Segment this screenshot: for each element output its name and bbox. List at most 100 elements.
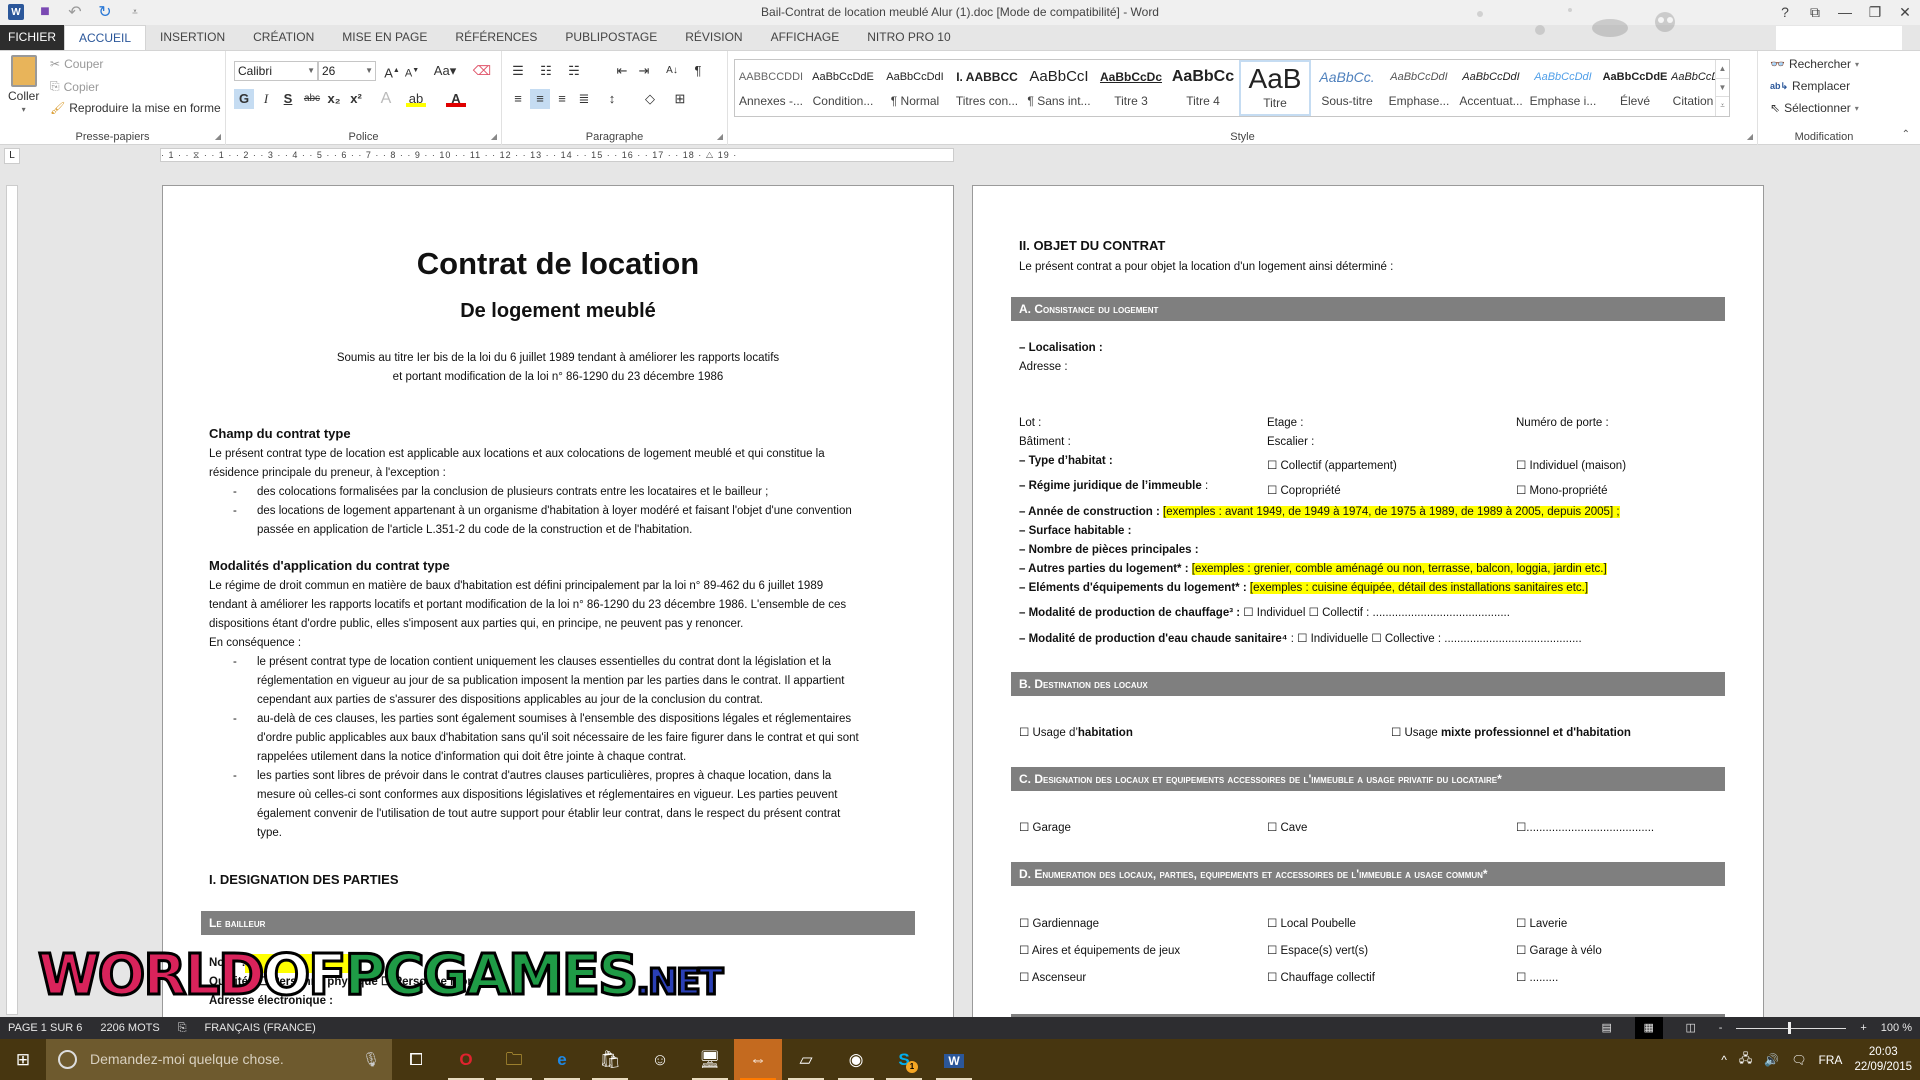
superscript-button[interactable]: x² [346,89,366,109]
app-status-icon[interactable]: ☺ [636,1039,684,1080]
language-indicator[interactable]: FRANÇAIS (FRANCE) [205,1017,316,1039]
checkbox-aires-jeux[interactable]: ☐ Aires et équipements de jeux [1019,943,1180,957]
tab-selector-button[interactable]: L [4,148,20,164]
style-condition[interactable]: AaBbCcDdE Condition... [807,60,879,116]
style-normal[interactable]: AaBbCcDdI ¶ Normal [879,60,951,116]
tab-insertion[interactable]: INSERTION [146,25,239,50]
zoom-out-button[interactable]: - [1719,1017,1723,1039]
ribbon-display-options-button[interactable]: ⧉ [1800,0,1830,25]
dialog-launcher-icon[interactable]: ◢ [717,132,723,141]
word-count[interactable]: 2206 MOTS [100,1017,159,1039]
page-1[interactable]: Contrat de location De logement meublé S… [162,185,954,1027]
shrink-font-icon[interactable]: A▼ [402,61,422,81]
style-emphase[interactable]: AaBbCcDdI Emphase... [1383,60,1455,116]
justify-icon[interactable]: ≣ [574,89,594,109]
tab-fichier[interactable]: FICHIER [0,25,64,50]
bullets-icon[interactable]: ☰ [508,61,528,81]
checkbox-espaces-verts[interactable]: ☐ Espace(s) vert(s) [1267,943,1368,957]
edge-icon[interactable]: e [538,1039,586,1080]
opera-icon[interactable]: O [442,1039,490,1080]
zoom-slider[interactable] [1736,1021,1847,1034]
print-layout-icon[interactable]: ▦ [1634,1017,1663,1039]
document-area[interactable]: Contrat de location De logement meublé S… [0,165,1920,1027]
change-case-icon[interactable]: Aa▾ [430,61,460,81]
more-styles-icon[interactable]: ⩡ [1716,96,1729,114]
style-sans-interligne[interactable]: AaBbCcI ¶ Sans int... [1023,60,1095,116]
start-button[interactable]: ⊞ [0,1039,46,1080]
italic-button[interactable]: I [256,89,276,109]
steam-icon[interactable]: ◉ [832,1039,880,1080]
checkbox-other-private[interactable]: ☐.......................................… [1516,820,1654,834]
cut-button[interactable]: ✂ Couper [50,57,103,71]
teamviewer-icon[interactable]: ⇔ [734,1039,782,1080]
find-button[interactable]: 👓 Rechercher ▾ [1770,57,1859,71]
notepad-icon[interactable]: ▱ [782,1039,830,1080]
tab-revision[interactable]: RÉVISION [671,25,756,50]
style-titre-3[interactable]: AaBbCcDc Titre 3 [1095,60,1167,116]
checkbox-garage-velo[interactable]: ☐ Garage à vélo [1516,943,1602,957]
styles-scroll[interactable]: ▲ ▼ ⩡ [1715,60,1729,116]
font-color-icon[interactable]: A [446,89,466,107]
minimize-button[interactable]: — [1830,0,1860,25]
show-hidden-icons-icon[interactable]: ^ [1721,1053,1727,1067]
skype-icon[interactable]: S1 [880,1039,928,1080]
subscript-button[interactable]: x₂ [324,89,344,109]
zoom-level[interactable]: 100 % [1881,1017,1912,1039]
dialog-launcher-icon[interactable]: ◢ [1747,132,1753,141]
paste-button[interactable]: Coller ▾ [8,55,39,114]
horizontal-ruler[interactable]: · 1 · · ⧖ · · 1 · · 2 · · 3 · · 4 · · 5 … [160,148,954,162]
restore-button[interactable]: ❐ [1860,0,1890,25]
tab-creation[interactable]: CRÉATION [239,25,328,50]
zoom-slider-thumb[interactable] [1788,1021,1792,1034]
task-view-button[interactable]: ⧠ [392,1039,440,1080]
sort-icon[interactable]: A↓ [662,61,682,81]
tab-references[interactable]: RÉFÉRENCES [441,25,551,50]
store-icon[interactable]: 🛍 [586,1039,634,1080]
font-size-combo[interactable]: 26 ▼ [318,61,376,81]
numbering-icon[interactable]: ☷ [536,61,556,81]
checkbox-individuel[interactable]: ☐ Individuel (maison) [1516,458,1626,472]
replace-button[interactable]: ab↳ Remplacer [1770,79,1850,93]
line-spacing-icon[interactable]: ↕ [602,89,622,109]
checkbox-usage-habitation[interactable]: ☐ Usage d’habitation [1019,725,1133,739]
page-2[interactable]: II. OBJET DU CONTRAT Le présent contrat … [972,185,1764,1027]
checkbox-local-poubelle[interactable]: ☐ Local Poubelle [1267,916,1356,930]
style-titre[interactable]: AaB Titre [1239,60,1311,116]
action-center-icon[interactable]: 🗨 [1791,1053,1806,1067]
multilevel-list-icon[interactable]: ☵ [564,61,584,81]
bold-button[interactable]: G [234,89,254,109]
checkbox-copropriete[interactable]: ☐ Copropriété [1267,483,1341,497]
scroll-down-icon[interactable]: ▼ [1716,78,1729,96]
style-sous-titre[interactable]: AaBbCc. Sous-titre [1311,60,1383,116]
tab-affichage[interactable]: AFFICHAGE [757,25,854,50]
cortana-search[interactable]: Demandez-moi quelque chose. 🎙 [46,1039,392,1080]
scroll-up-icon[interactable]: ▲ [1716,60,1729,78]
checkbox-laverie[interactable]: ☐ Laverie [1516,916,1567,930]
style-titre-4[interactable]: AaBbCc Titre 4 [1167,60,1239,116]
increase-indent-icon[interactable]: ⇥ [634,61,654,81]
style-titres-con[interactable]: I. AABBCC Titres con... [951,60,1023,116]
file-explorer-icon[interactable]: 🗀 [490,1039,538,1080]
show-marks-button[interactable]: ¶ [688,61,708,81]
clear-formatting-icon[interactable]: ⌫ [472,61,492,81]
zoom-in-button[interactable]: + [1860,1017,1866,1039]
select-button[interactable]: ⇖ Sélectionner ▾ [1770,101,1859,115]
checkbox-usage-mixte[interactable]: ☐ Usage mixte professionnel et d'habitat… [1391,725,1631,739]
format-painter-button[interactable]: 🖌 Reproduire la mise en forme [50,101,221,115]
shading-icon[interactable]: ◇ [640,89,660,109]
checkbox-other-common[interactable]: ☐ ......... [1516,970,1558,984]
checkbox-collectif[interactable]: ☐ Collectif (appartement) [1267,458,1397,472]
style-emphase-intense[interactable]: AaBbCcDdI Emphase i... [1527,60,1599,116]
dialog-launcher-icon[interactable]: ◢ [491,132,497,141]
checkbox-chauffage-collectif[interactable]: ☐ Chauffage collectif [1267,970,1375,984]
checkbox-mono-propriete[interactable]: ☐ Mono-propriété [1516,483,1608,497]
clock[interactable]: 20:03 22/09/2015 [1854,1045,1912,1075]
close-button[interactable]: ✕ [1890,0,1920,25]
proofing-icon[interactable]: ⎘ [178,1017,187,1039]
style-citation[interactable]: AaBbCcDdICitation [1671,60,1715,116]
strikethrough-button[interactable]: abc [302,89,322,109]
highlight-color-icon[interactable]: ab [406,89,426,107]
style-eleve[interactable]: AaBbCcDdE Élevé [1599,60,1671,116]
tab-nitro-pro[interactable]: NITRO PRO 10 [853,25,964,50]
decrease-indent-icon[interactable]: ⇤ [612,61,632,81]
